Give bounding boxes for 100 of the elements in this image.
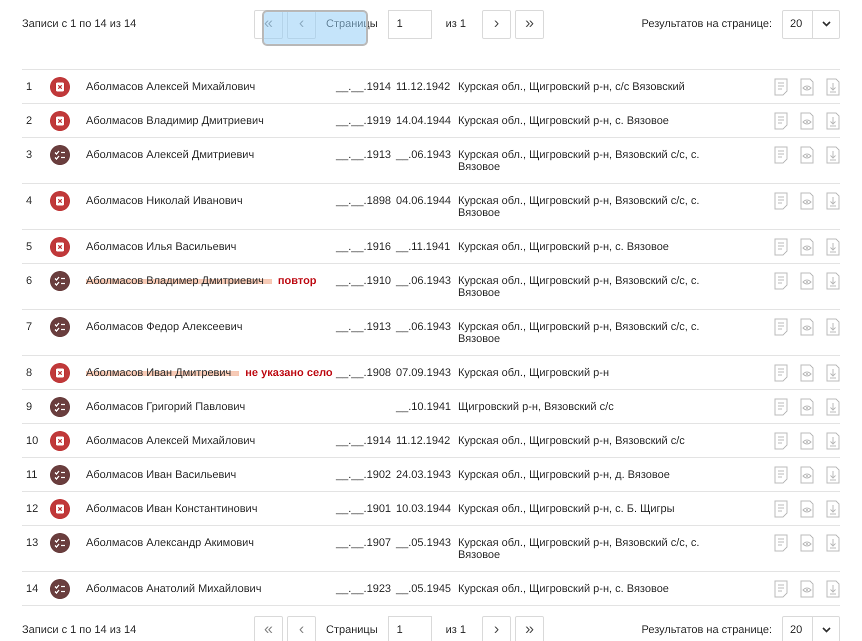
row-number: 12 bbox=[25, 503, 40, 515]
download-icon[interactable] bbox=[826, 432, 840, 450]
person-name: Аболмасов Алексей Дмитриевич bbox=[86, 149, 254, 161]
eye-icon[interactable] bbox=[800, 364, 814, 382]
eye-icon[interactable] bbox=[800, 466, 814, 484]
document-icon[interactable] bbox=[774, 580, 788, 598]
eye-icon[interactable] bbox=[800, 500, 814, 518]
per-page-select[interactable]: 20 bbox=[782, 10, 840, 38]
note-text: повтор bbox=[278, 275, 317, 287]
row-number: 1 bbox=[25, 81, 34, 93]
per-page-select[interactable]: 20 bbox=[782, 616, 840, 641]
document-icon[interactable] bbox=[774, 466, 788, 484]
eye-icon[interactable] bbox=[800, 272, 814, 290]
row-number: 9 bbox=[25, 401, 34, 413]
document-icon[interactable] bbox=[774, 534, 788, 552]
birth-date: __.__.1901 bbox=[336, 503, 392, 515]
document-icon[interactable] bbox=[774, 398, 788, 416]
eye-icon[interactable] bbox=[800, 432, 814, 450]
birth-date: __.__.1916 bbox=[336, 241, 392, 253]
row-number: 3 bbox=[25, 149, 34, 161]
page-field[interactable]: 1 bbox=[388, 10, 432, 38]
eye-icon[interactable] bbox=[800, 146, 814, 164]
document-icon[interactable] bbox=[774, 364, 788, 382]
document-icon[interactable] bbox=[774, 78, 788, 96]
download-icon[interactable] bbox=[826, 318, 840, 336]
download-icon[interactable] bbox=[826, 238, 840, 256]
birth-date: __.__.1914 bbox=[336, 81, 392, 93]
eye-icon[interactable] bbox=[800, 192, 814, 210]
row-number: 4 bbox=[25, 195, 34, 207]
last-button[interactable]: » bbox=[515, 10, 544, 38]
eye-icon[interactable] bbox=[800, 580, 814, 598]
birth-date: __.__.1907 bbox=[336, 537, 392, 549]
document-icon[interactable] bbox=[774, 432, 788, 450]
download-icon[interactable] bbox=[826, 272, 840, 290]
row-number: 13 bbox=[25, 537, 40, 549]
chevron-down-icon bbox=[822, 627, 830, 633]
birth-date: __.__.1898 bbox=[336, 195, 392, 207]
page-field[interactable]: 1 bbox=[388, 616, 432, 641]
document-icon[interactable] bbox=[774, 500, 788, 518]
person-name: Аболмасов Александр Акимович bbox=[86, 537, 254, 549]
place-text: Курская обл., Щигровский р-н, Вязовский с/с bbox=[458, 435, 686, 447]
per-page-label: Результатов на странице: bbox=[641, 624, 772, 636]
note-text: не указано село bbox=[245, 367, 333, 379]
document-icon[interactable] bbox=[774, 192, 788, 210]
pages-label: Страницы bbox=[326, 624, 378, 636]
row-number: 11 bbox=[25, 469, 38, 481]
birth-date: __.__.1902 bbox=[336, 469, 392, 481]
download-icon[interactable] bbox=[826, 466, 840, 484]
death-date: 04.06.1944 bbox=[395, 195, 452, 207]
download-icon[interactable] bbox=[826, 500, 840, 518]
row-number: 10 bbox=[25, 435, 40, 447]
death-date: __.11.1941 bbox=[394, 241, 452, 253]
download-icon[interactable] bbox=[826, 580, 840, 598]
eye-icon[interactable] bbox=[800, 238, 814, 256]
death-date: __.06.1943 bbox=[394, 275, 452, 287]
records-count: Записи с 1 по 14 из 14 bbox=[22, 624, 138, 636]
download-icon[interactable] bbox=[826, 534, 840, 552]
row-number: 7 bbox=[25, 321, 34, 333]
person-name: Аболмасов Анатолий Михайлович bbox=[86, 583, 262, 595]
person-name: Аболмасов Николай Иванович bbox=[86, 195, 243, 207]
death-date: __.05.1943 bbox=[394, 537, 452, 549]
place-text: Курская обл., Щигровский р-н, Вязовский с/с, с. Вязовое bbox=[458, 149, 700, 173]
eye-icon[interactable] bbox=[800, 78, 814, 96]
eye-icon[interactable] bbox=[800, 112, 814, 130]
birth-date: __.__.1913 bbox=[336, 321, 392, 333]
place-text: Курская обл., Щигровский р-н, Вязовский с/с, с. Вязовое bbox=[458, 321, 700, 345]
chevron-down-icon bbox=[822, 21, 830, 27]
document-icon[interactable] bbox=[774, 238, 788, 256]
document-icon[interactable] bbox=[774, 318, 788, 336]
eye-icon[interactable] bbox=[800, 534, 814, 552]
death-date: 10.03.1944 bbox=[395, 503, 452, 515]
last-button[interactable]: » bbox=[515, 616, 544, 641]
person-name: Аболмасов Иван Константинович bbox=[86, 503, 258, 515]
eye-icon[interactable] bbox=[800, 318, 814, 336]
row-number: 14 bbox=[25, 583, 40, 595]
download-icon[interactable] bbox=[826, 112, 840, 130]
place-text: Курская обл., Щигровский р-н, с. Вязовое bbox=[458, 241, 670, 253]
death-date: __.06.1943 bbox=[394, 321, 452, 333]
eye-icon[interactable] bbox=[800, 398, 814, 416]
death-date: __.10.1941 bbox=[394, 401, 452, 413]
row-number: 5 bbox=[25, 241, 34, 253]
death-date: 11.12.1942 bbox=[395, 435, 452, 447]
birth-date: __.__.1913 bbox=[336, 149, 392, 161]
death-date: 07.09.1943 bbox=[395, 367, 452, 379]
download-icon[interactable] bbox=[826, 398, 840, 416]
document-icon[interactable] bbox=[774, 146, 788, 164]
death-date: __.06.1943 bbox=[394, 149, 452, 161]
download-icon[interactable] bbox=[826, 146, 840, 164]
document-icon[interactable] bbox=[774, 112, 788, 130]
person-name: Аболмасов Алексей Михайлович bbox=[86, 435, 256, 447]
download-icon[interactable] bbox=[826, 364, 840, 382]
row-number: 8 bbox=[25, 367, 34, 379]
download-icon[interactable] bbox=[826, 192, 840, 210]
next-button[interactable]: › bbox=[482, 10, 512, 38]
download-icon[interactable] bbox=[826, 78, 840, 96]
death-date: 24.03.1943 bbox=[395, 469, 452, 481]
person-name: Аболмасов Григорий Павлович bbox=[86, 401, 246, 413]
person-name: Аболмасов Федор Алексеевич bbox=[86, 321, 242, 333]
document-icon[interactable] bbox=[774, 272, 788, 290]
next-button[interactable]: › bbox=[482, 616, 512, 641]
